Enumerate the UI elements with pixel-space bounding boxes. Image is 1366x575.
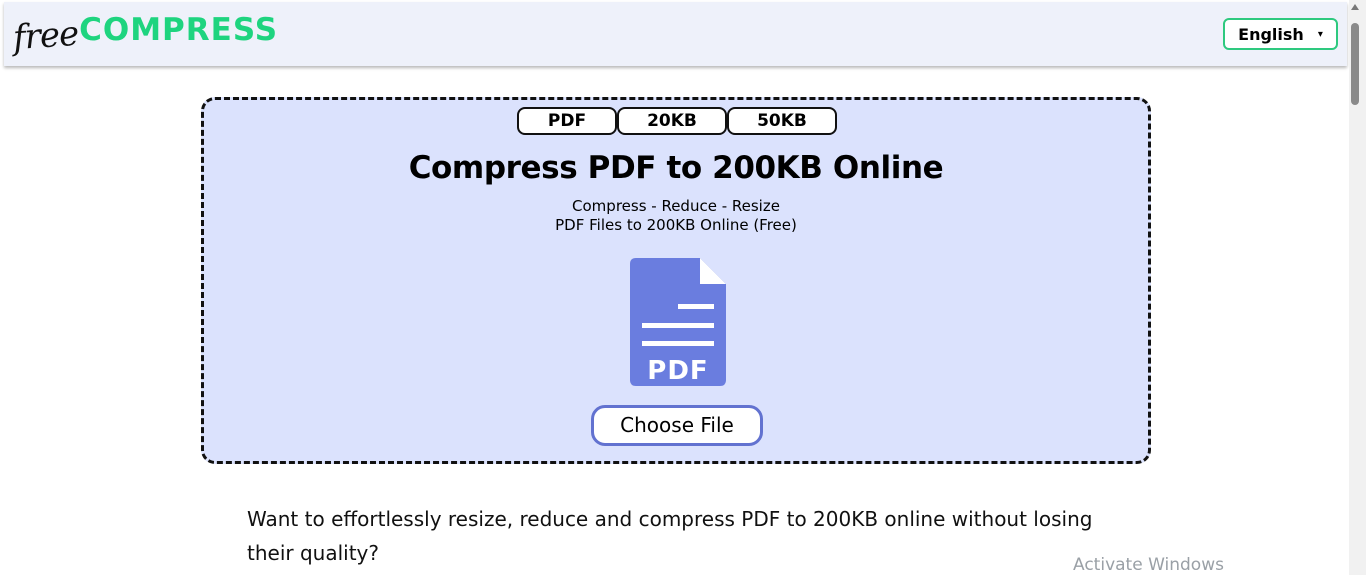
page-title: Compress PDF to 200KB Online bbox=[408, 150, 944, 186]
logo[interactable]: free COMPRESS bbox=[11, 10, 279, 59]
site-header: free COMPRESS English ▾ bbox=[4, 2, 1347, 66]
language-selected-label: English bbox=[1238, 24, 1304, 44]
format-tabs: PDF 20KB 50KB bbox=[517, 107, 837, 135]
scrollbar-thumb[interactable] bbox=[1351, 23, 1359, 105]
pdf-icon-label: PDF bbox=[647, 356, 708, 386]
tab-pdf[interactable]: PDF bbox=[517, 107, 617, 135]
pdf-file-icon: PDF bbox=[630, 258, 726, 386]
upload-dropzone[interactable]: PDF 20KB 50KB Compress PDF to 200KB Onli… bbox=[201, 97, 1151, 464]
subtitle-line-2: PDF Files to 200KB Online (Free) bbox=[555, 216, 797, 234]
logo-free-text: free bbox=[11, 13, 80, 59]
activate-windows-watermark: Activate Windows bbox=[1073, 555, 1224, 575]
language-select[interactable]: English ▾ bbox=[1223, 18, 1338, 50]
logo-compress-text: COMPRESS bbox=[79, 12, 279, 48]
intro-paragraph: Want to effortlessly resize, reduce and … bbox=[247, 507, 1093, 565]
page-subtitle: Compress - Reduce - Resize PDF Files to … bbox=[204, 197, 1148, 235]
page: free COMPRESS English ▾ PDF 20KB 50KB Co… bbox=[0, 0, 1366, 575]
tab-50kb[interactable]: 50KB bbox=[727, 107, 837, 135]
subtitle-line-1: Compress - Reduce - Resize bbox=[572, 197, 780, 215]
page-scrollbar[interactable] bbox=[1349, 0, 1366, 575]
tab-20kb[interactable]: 20KB bbox=[617, 107, 727, 135]
scroll-up-icon[interactable] bbox=[1351, 4, 1359, 10]
choose-file-button[interactable]: Choose File bbox=[591, 405, 763, 446]
caret-down-icon: ▾ bbox=[1317, 28, 1323, 40]
